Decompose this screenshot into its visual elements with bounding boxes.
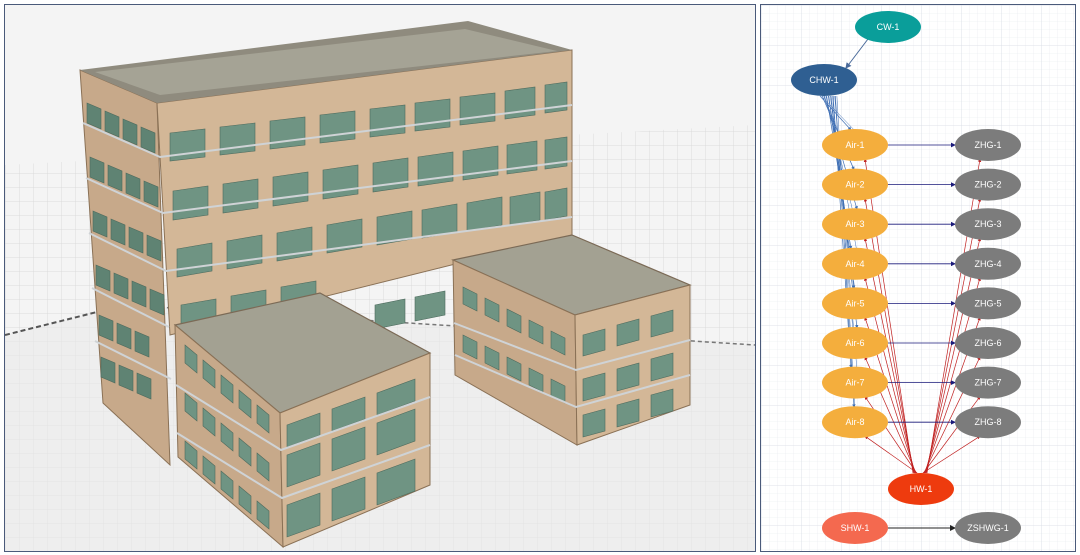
- node-air-6[interactable]: Air-6: [822, 327, 888, 359]
- node-air-5[interactable]: Air-5: [822, 287, 888, 320]
- node-air-7-label: Air-7: [845, 378, 864, 388]
- node-air-5-label: Air-5: [845, 298, 864, 308]
- node-air-6-label: Air-6: [845, 338, 864, 348]
- node-air-3-label: Air-3: [845, 219, 864, 229]
- node-zhg-4-label: ZHG-4: [975, 259, 1002, 269]
- node-zhg-6-label: ZHG-6: [975, 338, 1002, 348]
- node-shw-1-label: SHW-1: [841, 523, 870, 533]
- plant-diagram-canvas: CW-1 CHW-1 Air-1 Air-2 Air-3 Air-4 Air-5 Air-6 A…: [761, 5, 1075, 551]
- node-zhg-5-label: ZHG-5: [975, 298, 1002, 308]
- node-cw-1-label: CW-1: [877, 22, 900, 32]
- node-cw-1[interactable]: CW-1: [855, 11, 921, 43]
- node-shw-1[interactable]: SHW-1: [822, 512, 888, 544]
- node-air-3[interactable]: Air-3: [822, 208, 888, 241]
- node-air-4-label: Air-4: [845, 259, 864, 269]
- node-zhg-5[interactable]: ZHG-5: [955, 287, 1021, 320]
- node-zhg-8-label: ZHG-8: [975, 417, 1002, 427]
- node-air-1-label: Air-1: [845, 140, 864, 150]
- node-hw-1-label: HW-1: [910, 484, 933, 494]
- node-zhg-1[interactable]: ZHG-1: [955, 129, 1021, 161]
- node-air-2-label: Air-2: [845, 180, 864, 190]
- node-air-2[interactable]: Air-2: [822, 168, 888, 201]
- node-zhg-4[interactable]: ZHG-4: [955, 247, 1021, 280]
- node-zhg-7-label: ZHG-7: [975, 378, 1002, 388]
- node-zshwg-1-label: ZSHWG-1: [967, 523, 1009, 533]
- node-zhg-3[interactable]: ZHG-3: [955, 208, 1021, 241]
- node-chw-1-label: CHW-1: [809, 75, 838, 85]
- node-air-7[interactable]: Air-7: [822, 366, 888, 399]
- node-zhg-2[interactable]: ZHG-2: [955, 168, 1021, 201]
- plant-diagram-panel[interactable]: CW-1 CHW-1 Air-1 Air-2 Air-3 Air-4 Air-5 Air-6 A…: [760, 4, 1076, 552]
- node-chw-1[interactable]: CHW-1: [791, 64, 857, 96]
- node-zhg-7[interactable]: ZHG-7: [955, 366, 1021, 399]
- node-hw-1[interactable]: HW-1: [888, 473, 954, 505]
- node-zhg-6[interactable]: ZHG-6: [955, 327, 1021, 359]
- node-air-8-label: Air-8: [845, 417, 864, 427]
- node-air-8[interactable]: Air-8: [822, 406, 888, 439]
- node-air-1[interactable]: Air-1: [822, 129, 888, 161]
- node-zhg-2-label: ZHG-2: [975, 180, 1002, 190]
- node-zshwg-1[interactable]: ZSHWG-1: [955, 512, 1021, 544]
- node-zhg-8[interactable]: ZHG-8: [955, 406, 1021, 439]
- node-zhg-3-label: ZHG-3: [975, 219, 1002, 229]
- node-air-4[interactable]: Air-4: [822, 247, 888, 280]
- node-zhg-1-label: ZHG-1: [975, 140, 1002, 150]
- building-3d-canvas: [5, 5, 755, 551]
- building-3d-view[interactable]: [4, 4, 756, 552]
